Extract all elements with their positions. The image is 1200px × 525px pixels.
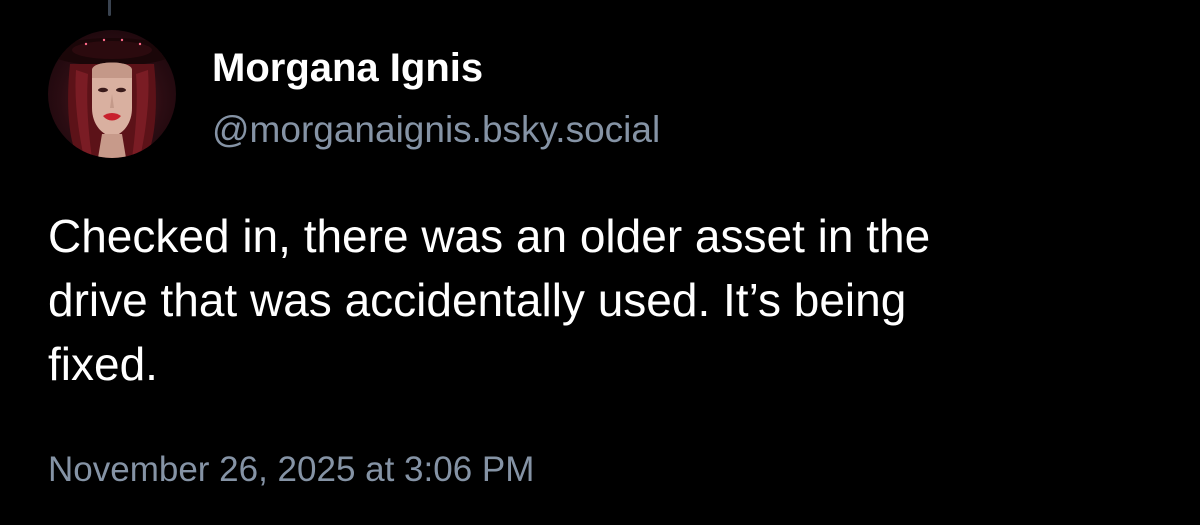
post-text-line: drive that was accidentally used. It’s b… [48,274,907,326]
author-handle[interactable]: @morganaignis.bsky.social [212,106,660,154]
avatar-portrait-icon [50,38,174,158]
post-text-line: fixed. [48,338,158,390]
author-avatar[interactable] [48,30,176,158]
author-display-name[interactable]: Morgana Ignis [212,42,483,94]
post-text-line: Checked in, there was an older asset in … [48,210,931,262]
thread-connector-line [108,0,111,16]
post-timestamp[interactable]: November 26, 2025 at 3:06 PM [48,446,534,494]
post-text: Checked in, there was an older asset in … [48,204,1178,396]
